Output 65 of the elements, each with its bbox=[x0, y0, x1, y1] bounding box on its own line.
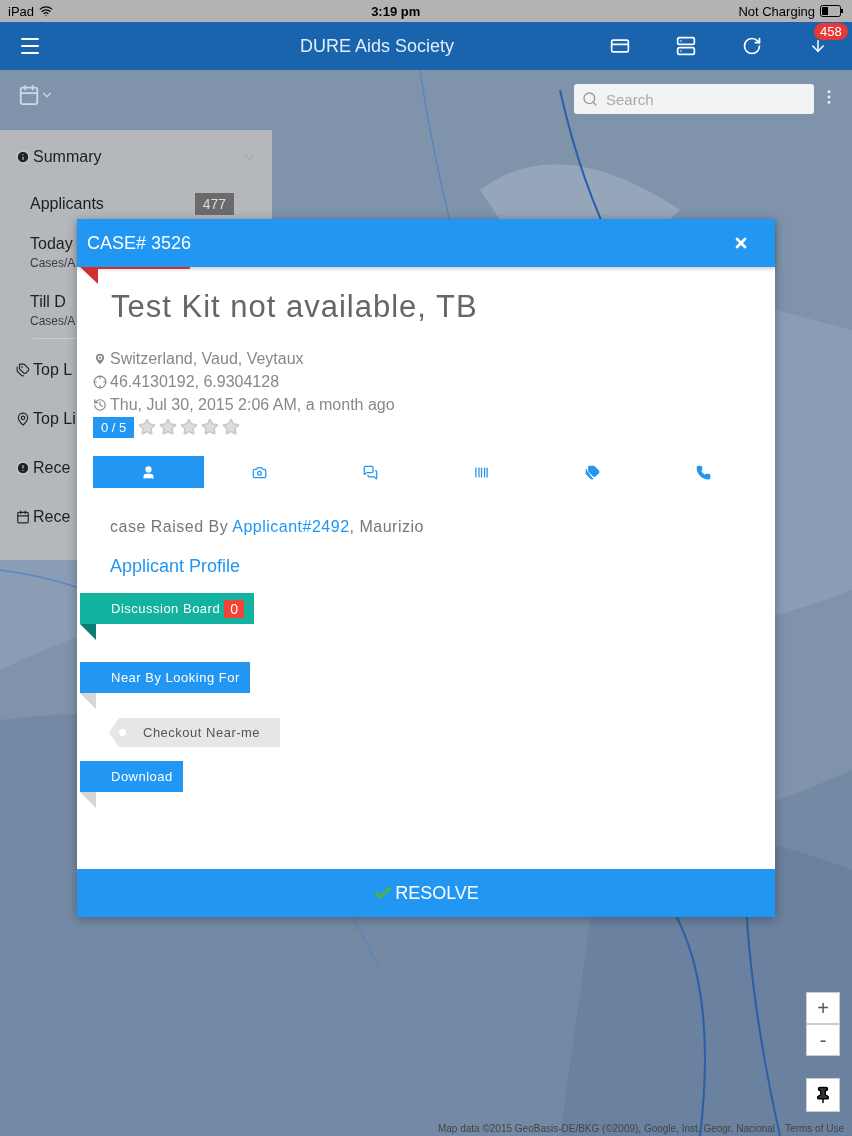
sidebar-item[interactable]: Summary bbox=[33, 148, 102, 166]
star-icon[interactable] bbox=[201, 418, 220, 436]
case-coordinates: 46.4130192, 6.9304128 bbox=[110, 372, 280, 391]
zoom-in-button[interactable]: + bbox=[806, 992, 840, 1024]
sidebar-item[interactable]: Top Li bbox=[33, 409, 76, 428]
search-field[interactable]: Search bbox=[574, 84, 814, 114]
pushpin-icon bbox=[814, 1086, 832, 1104]
zoom-out-button[interactable]: - bbox=[806, 1024, 840, 1056]
count-badge: 0 bbox=[224, 599, 245, 618]
ribbon-fold-drawing bbox=[80, 693, 96, 709]
clock: 3:19 pm bbox=[371, 3, 421, 19]
person-icon bbox=[141, 464, 156, 480]
sidebar-item[interactable]: Applicants bbox=[30, 195, 104, 213]
count-badge: 477 bbox=[194, 193, 234, 215]
ribbon-button[interactable]: Discussion Board 0 bbox=[80, 593, 255, 624]
case-time: Thu, Jul 30, 2015 2:06 AM, a month ago bbox=[110, 395, 395, 414]
case-title: Test Kit not available, TB bbox=[110, 288, 479, 326]
close-icon bbox=[733, 235, 749, 251]
search-icon bbox=[582, 91, 598, 107]
download-icon[interactable] bbox=[809, 37, 827, 55]
sidebar-item[interactable]: Top L bbox=[33, 360, 73, 379]
sidebar-item[interactable]: Today bbox=[30, 235, 73, 253]
location-pin-icon bbox=[93, 351, 107, 366]
device-name: iPad bbox=[8, 3, 35, 19]
app-title: DURE Aids Society bbox=[298, 35, 456, 57]
camera-icon bbox=[252, 464, 267, 480]
sidebar-item-icon bbox=[16, 460, 30, 475]
sidebar-item-icon bbox=[16, 411, 30, 426]
battery-icon bbox=[820, 5, 844, 17]
rating-badge: 0 / 5 bbox=[93, 416, 135, 438]
dialog-title: CASE# 3526 bbox=[87, 232, 192, 254]
star-icon[interactable] bbox=[138, 418, 157, 436]
phone-icon bbox=[696, 464, 711, 480]
ribbon-fold-drawing bbox=[80, 792, 96, 808]
crosshair-icon bbox=[93, 374, 107, 389]
calendar-icon bbox=[18, 84, 40, 106]
star-icon[interactable] bbox=[159, 418, 178, 436]
wifi-icon bbox=[39, 4, 54, 18]
person-tab[interactable] bbox=[93, 456, 204, 488]
sidebar-item-icon bbox=[16, 509, 30, 524]
barcode-icon bbox=[474, 464, 489, 480]
raised-by-text: case Raised By Applicant#2492, Maurizio bbox=[110, 518, 425, 536]
list-view-icon[interactable] bbox=[610, 36, 630, 56]
pin-button[interactable] bbox=[806, 1078, 840, 1112]
checkout-tag-button[interactable]: Checkout Near-me bbox=[109, 718, 281, 747]
battery-status: Not Charging bbox=[738, 3, 815, 19]
star-icon[interactable] bbox=[222, 418, 241, 436]
calendar-dropdown[interactable] bbox=[18, 84, 54, 106]
sidebar-item-icon bbox=[16, 150, 30, 164]
server-icon[interactable] bbox=[676, 36, 696, 56]
sidebar-item[interactable]: Rece bbox=[33, 507, 71, 526]
sidebar-sublabel: Cases/A bbox=[30, 256, 76, 270]
ribbon-fold-drawing bbox=[80, 624, 96, 640]
chat-icon bbox=[363, 464, 378, 480]
case-location: Switzerland, Vaud, Veytaux bbox=[110, 349, 304, 368]
sidebar-item-icon bbox=[16, 362, 30, 377]
refresh-icon[interactable] bbox=[742, 36, 762, 56]
notification-badge: 458 bbox=[814, 23, 848, 40]
star-icon[interactable] bbox=[180, 418, 199, 436]
map-attribution: Map data ©2015 GeoBasis-DE/BKG (©2009), Google, Inst. Geogr. Nacional bbox=[437, 1123, 776, 1134]
sidebar-item[interactable]: Till D bbox=[30, 293, 66, 311]
sidebar-sublabel: Cases/A bbox=[30, 314, 76, 328]
tags-icon bbox=[585, 464, 600, 480]
history-icon bbox=[93, 397, 107, 412]
sidebar-item[interactable]: Rece bbox=[33, 458, 71, 477]
